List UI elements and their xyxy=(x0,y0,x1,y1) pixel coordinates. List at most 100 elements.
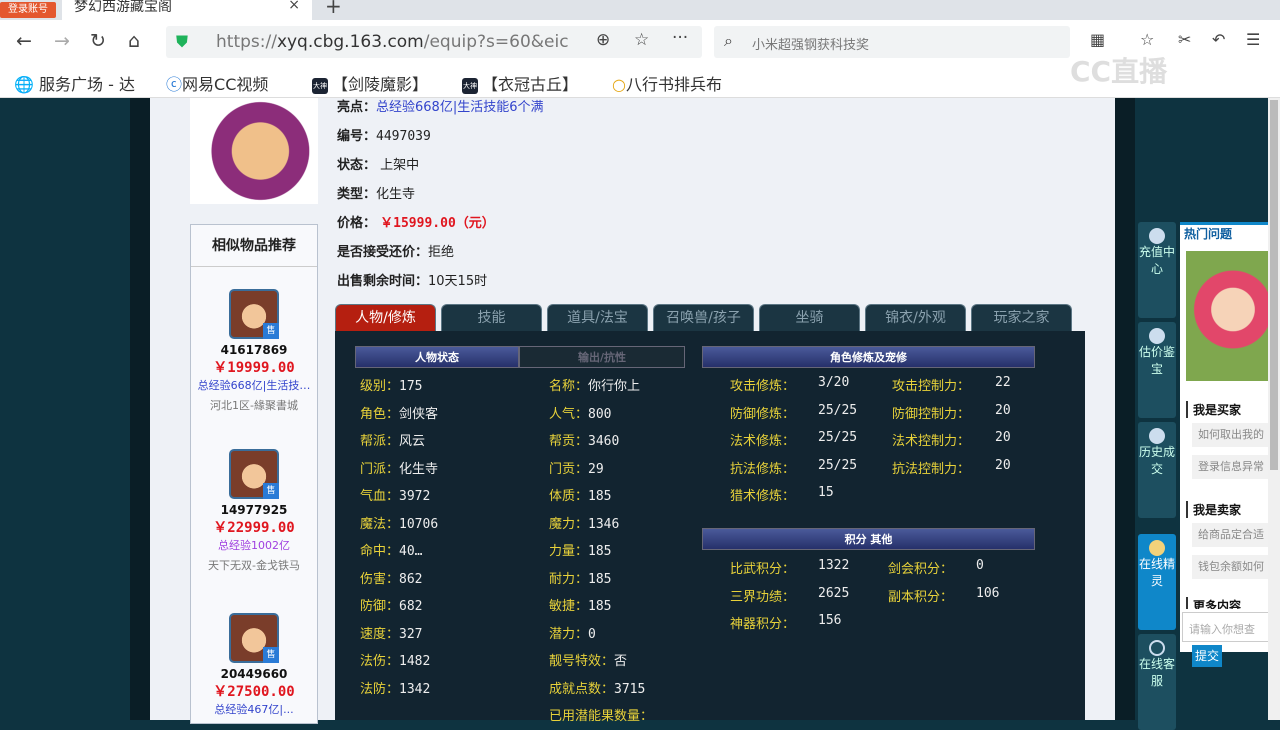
similar-items: 相似物品推荐 售41617869￥19999.00总经验668亿|生活技…河北1… xyxy=(190,224,318,724)
forward-icon[interactable]: → xyxy=(54,30,70,52)
scissors-icon[interactable]: ✂ xyxy=(1178,30,1191,49)
page-border xyxy=(1115,98,1135,720)
scrollbar-thumb[interactable] xyxy=(1270,100,1278,470)
online-assistant-button[interactable]: 在线精灵 xyxy=(1138,534,1176,630)
subtab-output[interactable]: 输出/抗性 xyxy=(519,346,685,368)
cultivation-row: 抗法修炼： xyxy=(730,458,795,477)
similar-item[interactable]: 售41617869￥19999.00总经验668亿|生活技…河北1区-緣聚書城 xyxy=(191,289,317,413)
bookmark[interactable]: ⓒ网易CC视频 xyxy=(166,71,268,95)
tab-character[interactable]: 人物/修炼 xyxy=(335,304,436,331)
qr-icon[interactable]: ▦ xyxy=(1090,30,1105,49)
stat-row: 帮派：风云 xyxy=(360,430,425,449)
bookmark[interactable]: 大神【剑陵魔影】 xyxy=(312,71,428,95)
points-label: 比武积分： xyxy=(730,562,795,577)
customer-service-button[interactable]: 在线客服 xyxy=(1138,634,1176,730)
help-question[interactable]: 给商品定合适 xyxy=(1192,523,1280,547)
item-price: ￥15999.00（元） xyxy=(380,216,495,231)
stat-row: 法伤：1482 xyxy=(360,650,430,669)
home-icon[interactable]: ⌂ xyxy=(128,30,140,52)
submit-button[interactable]: 提交 xyxy=(1192,645,1222,667)
control-value: 20 xyxy=(995,403,1011,418)
stat-row: 魔力：1346 xyxy=(549,513,619,532)
stat-row: 名称：你行你上 xyxy=(549,375,640,394)
stat-row: 门派：化生寺 xyxy=(360,458,438,477)
stat-row: 伤害：862 xyxy=(360,568,423,587)
search-placeholder: 小米超强钢获科技奖 xyxy=(752,34,869,53)
menu-icon[interactable]: ☰ xyxy=(1246,30,1260,49)
undo-icon[interactable]: ↶ xyxy=(1212,30,1225,49)
tab-home[interactable]: 玩家之家 xyxy=(971,304,1072,331)
new-tab-button[interactable]: + xyxy=(325,0,342,18)
help-question[interactable]: 钱包余额如何 xyxy=(1192,555,1280,579)
stat-row: 命中：40… xyxy=(360,540,423,559)
browser-tab[interactable]: 梦幻西游藏宝阁× xyxy=(62,0,312,20)
item-thumbnail[interactable]: 售 xyxy=(229,289,279,339)
cultivation-row: 法术修炼： xyxy=(730,430,795,449)
secure-shield-icon: ⛊ xyxy=(176,32,188,52)
points-value: 2625 xyxy=(818,586,849,601)
similar-item[interactable]: 售20449660￥27500.00总经验467亿|... xyxy=(191,613,317,717)
close-icon[interactable]: × xyxy=(288,0,300,12)
search-box[interactable]: ⌕小米超强钢获科技奖 xyxy=(714,26,1070,58)
help-panel: 热门问题 我是买家 如何取出我的 登录信息异常 我是卖家 给商品定合适 钱包余额… xyxy=(1180,222,1280,652)
control-value: 20 xyxy=(995,430,1011,445)
bookmark[interactable]: 🌐 服务广场 - 达 xyxy=(14,71,135,95)
tab-mounts[interactable]: 坐骑 xyxy=(759,304,860,331)
right-sidebar: 充值中心 估价鉴宝 历史成交 在线精灵 在线客服 xyxy=(1138,222,1178,720)
character-panel: 人物状态 输出/抗性 级别：175角色：剑侠客帮派：风云门派：化生寺气血：397… xyxy=(335,331,1085,720)
help-tab[interactable]: 热门问题 xyxy=(1184,225,1232,242)
stat-row: 体质：185 xyxy=(549,485,612,504)
appraise-button[interactable]: 估价鉴宝 xyxy=(1138,322,1176,418)
star-icon[interactable]: ☆ xyxy=(634,30,649,50)
item-thumbnail[interactable]: 售 xyxy=(229,449,279,499)
cultivation-value: 3/20 xyxy=(818,375,849,390)
stat-row: 气血：3972 xyxy=(360,485,430,504)
item-thumbnail[interactable]: 售 xyxy=(229,613,279,663)
account-badge[interactable]: 登录账号 xyxy=(0,2,56,18)
stat-row: 成就点数：3715 xyxy=(549,678,645,697)
highlight[interactable]: 总经验668亿|生活技能6个满 xyxy=(376,100,543,115)
control-label: 防御控制力： xyxy=(892,407,970,422)
help-question[interactable]: 如何取出我的 xyxy=(1192,423,1280,447)
favorites-icon[interactable]: ☆ xyxy=(1140,30,1154,49)
address-bar[interactable]: ⛊ https://xyq.cbg.163.com/equip?s=60&eic… xyxy=(166,26,702,58)
control-label: 攻击控制力： xyxy=(892,379,970,394)
cultivation-header: 角色修炼及宠修 xyxy=(702,346,1035,368)
stat-row: 级别：175 xyxy=(360,375,423,394)
recharge-button[interactable]: 充值中心 xyxy=(1138,222,1176,318)
control-label: 抗法控制力： xyxy=(892,462,970,477)
reload-icon[interactable]: ↻ xyxy=(90,30,106,52)
stat-row: 防御：682 xyxy=(360,595,423,614)
help-input[interactable]: 请输入你想查 xyxy=(1182,612,1280,642)
points-value: 106 xyxy=(976,586,999,601)
item-status: 上架中 xyxy=(380,158,419,173)
similar-item[interactable]: 售14977925￥22999.00总经验1002亿天下无双-金戈铁马 xyxy=(191,449,317,573)
more-heading[interactable]: 更多内容 xyxy=(1186,597,1241,609)
cultivation-value: 25/25 xyxy=(818,403,857,418)
stat-row: 法防：1342 xyxy=(360,678,430,697)
stat-row: 人气：800 xyxy=(549,403,612,422)
subtab-status[interactable]: 人物状态 xyxy=(355,346,519,368)
more-icon[interactable]: ··· xyxy=(672,28,688,48)
bookmark[interactable]: ○八行书排兵布 xyxy=(612,71,722,95)
cultivation-value: 25/25 xyxy=(818,458,857,473)
buyer-heading: 我是买家 xyxy=(1186,401,1241,418)
watermark: CC直播 xyxy=(1070,50,1167,90)
stat-row: 帮贡：3460 xyxy=(549,430,619,449)
tab-pets[interactable]: 召唤兽/孩子 xyxy=(653,304,754,331)
control-label: 法术控制力： xyxy=(892,434,970,449)
points-label: 副本积分： xyxy=(888,590,953,605)
help-question[interactable]: 登录信息异常 xyxy=(1192,455,1280,479)
scrollbar[interactable] xyxy=(1268,98,1280,720)
back-icon[interactable]: ← xyxy=(16,30,32,52)
bookmark[interactable]: 大神【衣冠古丘】 xyxy=(462,71,578,95)
assistant-image xyxy=(1186,251,1280,381)
tab-outfits[interactable]: 锦衣/外观 xyxy=(865,304,966,331)
points-value: 0 xyxy=(976,558,984,573)
zoom-icon[interactable]: ⊕ xyxy=(596,30,610,50)
tab-skills[interactable]: 技能 xyxy=(441,304,542,331)
cultivation-value: 25/25 xyxy=(818,430,857,445)
history-button[interactable]: 历史成交 xyxy=(1138,422,1176,518)
points-value: 156 xyxy=(818,613,841,628)
tab-items[interactable]: 道具/法宝 xyxy=(547,304,648,331)
